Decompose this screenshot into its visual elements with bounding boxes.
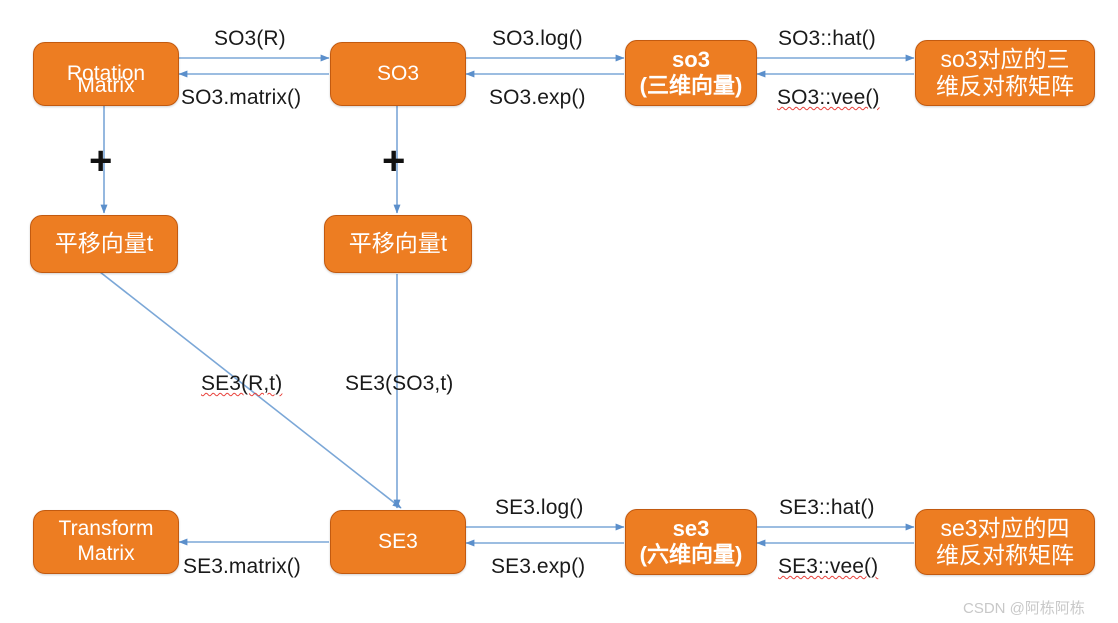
- csdn-watermark: CSDN @阿栋阿栋: [963, 600, 1085, 617]
- edge-label-se3-vee: SE3::vee(): [778, 555, 879, 578]
- edge-label-so3-exp: SO3.exp(): [489, 86, 586, 109]
- node-se3-algebra[interactable]: se3 (六维向量): [625, 509, 757, 575]
- node-translation-left-label: 平移向量t: [54, 230, 154, 257]
- node-rotation-matrix-line2-holder: Rotation Matrix: [33, 42, 179, 106]
- node-so3-algebra-line2: (三维向量): [639, 73, 743, 98]
- node-so3-algebra-line1: so3: [672, 47, 710, 73]
- node-rotation-matrix-line2: Matrix: [77, 74, 135, 97]
- edge-label-so3-matrix: SO3.matrix(): [181, 86, 302, 109]
- node-se3-skew-matrix[interactable]: se3对应的四 维反对称矩阵: [915, 509, 1095, 575]
- node-so3-skew-matrix[interactable]: so3对应的三 维反对称矩阵: [915, 40, 1095, 106]
- node-translation-vector-left[interactable]: 平移向量t: [30, 215, 178, 273]
- node-se3-skew-line1: se3对应的四: [940, 514, 1070, 541]
- edge-label-se3-log: SE3.log(): [495, 496, 584, 519]
- node-so3-skew-line1: so3对应的三: [940, 45, 1070, 72]
- node-so3-group-label: SO3: [376, 61, 420, 85]
- edge-label-so3-log: SO3.log(): [492, 27, 583, 50]
- node-se3-skew-line2: 维反对称矩阵: [936, 542, 1074, 568]
- plus-sign-mid: +: [382, 139, 406, 183]
- plus-sign-left: +: [89, 139, 113, 183]
- edge-label-se3-so3t: SE3(SO3,t): [345, 372, 454, 395]
- edge-label-so3-vee: SO3::vee(): [777, 86, 880, 109]
- node-so3-group[interactable]: SO3: [330, 42, 466, 106]
- node-so3-algebra[interactable]: so3 (三维向量): [625, 40, 757, 106]
- node-transform-matrix-line2: Matrix: [77, 542, 135, 565]
- edge-label-se3-rt: SE3(R,t): [201, 372, 283, 395]
- node-so3-skew-line2: 维反对称矩阵: [936, 73, 1074, 99]
- node-se3-group[interactable]: SE3: [330, 510, 466, 574]
- node-transform-matrix[interactable]: Transform Matrix: [33, 510, 179, 574]
- node-translation-mid-label: 平移向量t: [348, 230, 448, 257]
- edge-label-so3-r: SO3(R): [214, 27, 286, 50]
- node-se3-group-label: SE3: [378, 529, 418, 553]
- edge-label-se3-exp: SE3.exp(): [491, 555, 586, 578]
- node-translation-vector-mid[interactable]: 平移向量t: [324, 215, 472, 273]
- diagram-canvas: Rotation Rotation Matrix SO3 so3 (三维向量) …: [0, 0, 1118, 623]
- edge-label-se3-hat: SE3::hat(): [779, 496, 875, 519]
- node-se3-algebra-line1: se3: [672, 516, 710, 542]
- node-transform-matrix-line1: Transform: [58, 517, 154, 541]
- edge-label-se3-matrix: SE3.matrix(): [183, 555, 301, 578]
- node-se3-algebra-line2: (六维向量): [639, 542, 743, 567]
- edge-label-so3-hat: SO3::hat(): [778, 27, 876, 50]
